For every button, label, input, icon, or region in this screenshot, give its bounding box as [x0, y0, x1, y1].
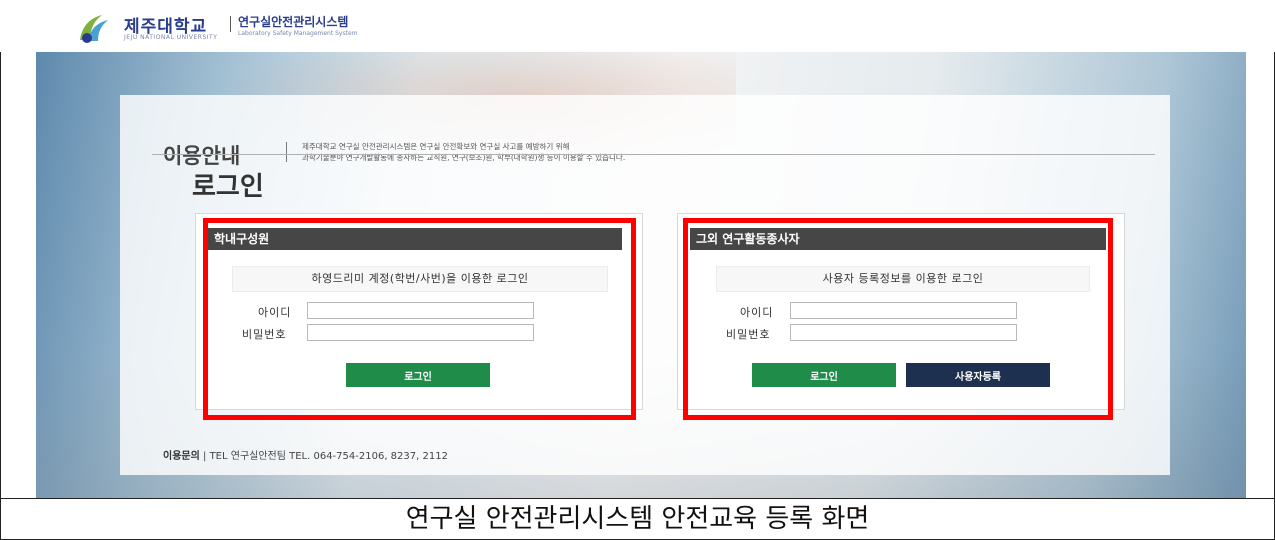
info-description: 제주대학교 연구실 안전관리시스템은 연구실 안전확보와 연구실 사고를 예방하… — [302, 141, 625, 163]
external-id-label: 아이디 — [740, 306, 774, 319]
internal-login-header: 학내구성원 — [208, 228, 622, 250]
internal-login-button[interactable]: 로그인 — [346, 363, 490, 387]
internal-password-input[interactable] — [307, 324, 534, 341]
info-divider — [286, 142, 287, 162]
external-login-button[interactable]: 로그인 — [752, 363, 896, 387]
header-divider — [230, 16, 231, 32]
system-name: 연구실안전관리시스템 — [238, 15, 349, 29]
external-id-input[interactable] — [790, 302, 1017, 319]
login-title: 로그인 — [192, 172, 264, 202]
external-login-header: 그외 연구활동종사자 — [690, 228, 1106, 250]
internal-password-label: 비밀번호 — [242, 328, 287, 341]
internal-login-subtitle: 하영드리미 계정(학번/사번)을 이용한 로그인 — [232, 266, 608, 292]
info-line-1: 제주대학교 연구실 안전관리시스템은 연구실 안전확보와 연구실 사고를 예방하… — [302, 142, 570, 151]
caption-divider — [0, 498, 1275, 499]
university-name-en: JEJU NATIONAL UNIVERSITY — [124, 34, 218, 41]
internal-id-input[interactable] — [307, 302, 534, 319]
contact-label: 이용문의 — [163, 451, 200, 462]
internal-id-label: 아이디 — [258, 306, 292, 319]
contact-text: TEL 연구실안전팀 TEL. 064-754-2106, 8237, 2112 — [209, 451, 448, 462]
external-password-input[interactable] — [790, 324, 1017, 341]
internal-login-box: 학내구성원 하영드리미 계정(학번/사번)을 이용한 로그인 아이디 비밀번호 … — [195, 213, 643, 410]
external-login-subtitle: 사용자 등록정보를 이용한 로그인 — [716, 266, 1090, 292]
university-logo-icon[interactable] — [76, 12, 112, 44]
external-password-label: 비밀번호 — [726, 328, 771, 341]
figure-caption: 연구실 안전관리시스템 안전교육 등록 화면 — [405, 504, 870, 534]
system-name-en: Laboratory Safety Management System — [238, 30, 358, 37]
external-login-box: 그외 연구활동종사자 사용자 등록정보를 이용한 로그인 아이디 비밀번호 로그… — [677, 213, 1125, 410]
contact-info: 이용문의 | TEL 연구실안전팀 TEL. 064-754-2106, 823… — [163, 447, 448, 462]
section-divider — [152, 154, 1155, 155]
user-register-button[interactable]: 사용자등록 — [906, 363, 1050, 387]
site-header: 제주대학교 JEJU NATIONAL UNIVERSITY 연구실안전관리시스… — [0, 0, 1275, 52]
